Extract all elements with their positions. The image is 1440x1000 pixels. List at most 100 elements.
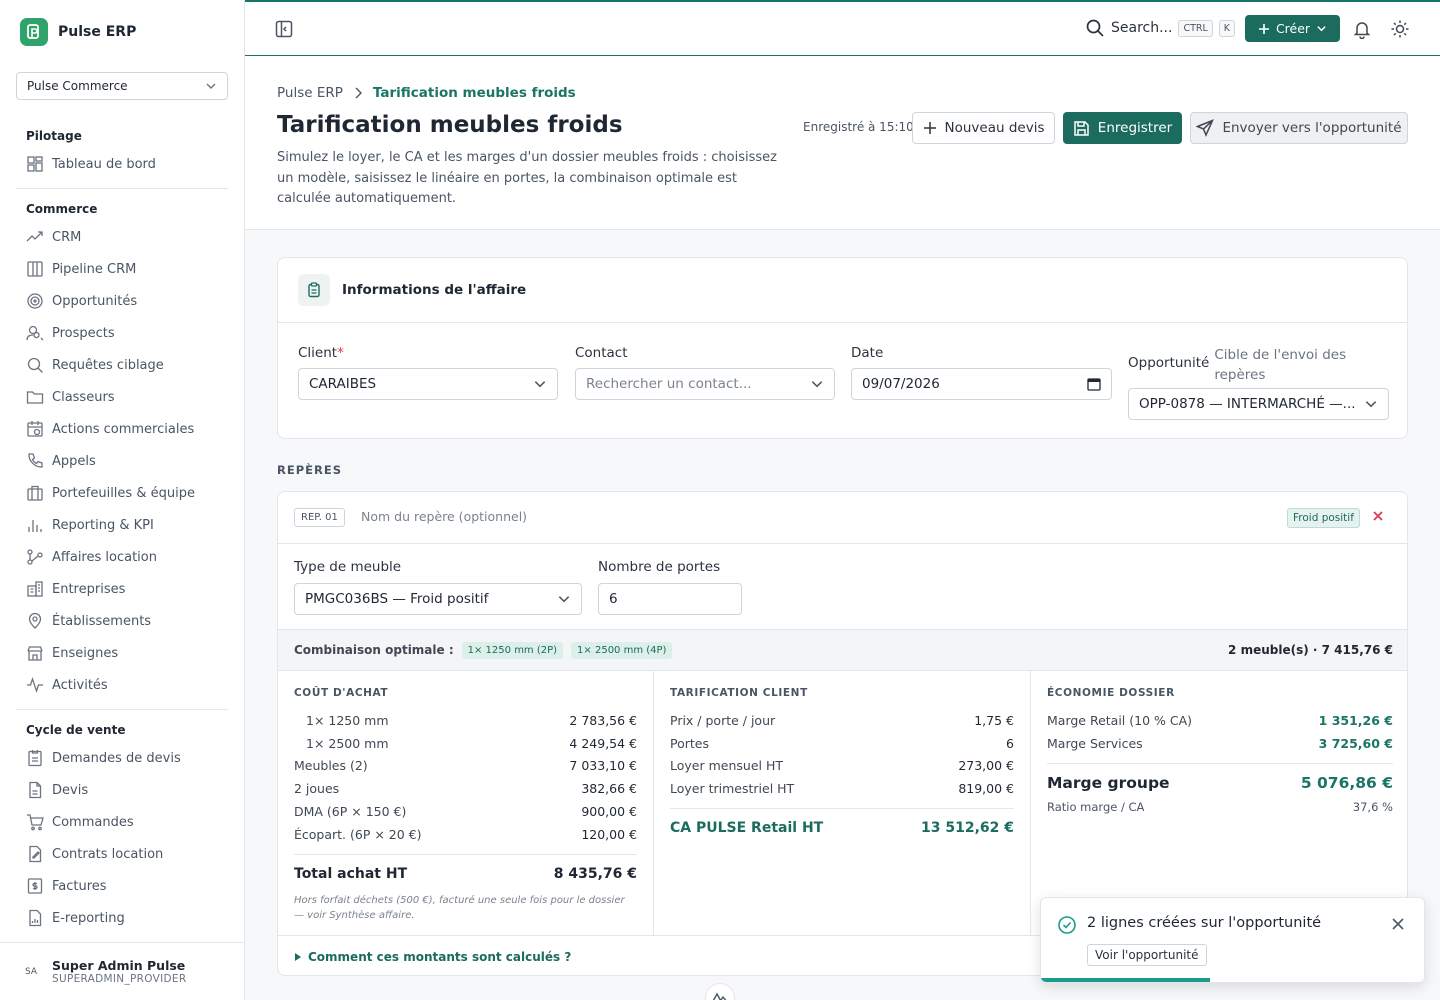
nav-item-icon: [27, 676, 43, 694]
sidebar-item-label: Factures: [52, 878, 107, 894]
check-circle-icon: [1057, 915, 1077, 939]
line-item-label: Marge Retail (10 % CA): [1047, 712, 1193, 728]
purchase-cost-column: COÛT D'ACHAT 1× 1250 mm 2 783,56 € 1× 2500…: [278, 671, 654, 936]
sidebar-item-label: Affaires location: [52, 549, 157, 565]
bell-icon[interactable]: [1352, 19, 1372, 43]
nav-item-icon: [27, 156, 43, 172]
furniture-type-value: PMGC036BS — Froid positif: [305, 591, 489, 607]
sidebar-item-enseignes[interactable]: Enseignes: [16, 637, 228, 669]
furniture-type-label: Type de meuble: [294, 559, 402, 575]
nav-item-icon: [29, 781, 42, 799]
breadcrumb-root[interactable]: Pulse ERP: [277, 85, 343, 101]
sidebar-item-demandes-de-devis[interactable]: Demandes de devis: [16, 742, 228, 774]
sidebar-item-pipeline-crm[interactable]: Pipeline CRM: [16, 253, 228, 285]
sidebar-item-commandes[interactable]: Commandes: [16, 806, 228, 838]
close-icon[interactable]: [1391, 917, 1405, 935]
breadcrumb-current: Tarification meubles froids: [372, 85, 576, 101]
brand[interactable]: Pulse ERP: [20, 18, 136, 46]
plus-icon: [1258, 23, 1269, 34]
sidebar-item-classeurs[interactable]: Classeurs: [16, 381, 228, 413]
line-item-row: Écopart. (6P × 20 €) 120,00 €: [294, 823, 637, 846]
contact-placeholder: Rechercher un contact...: [586, 376, 752, 392]
sidebar-item-portefeuilles-equipe[interactable]: Portefeuilles & équipe: [16, 477, 228, 509]
sidebar-item-label: Opportunités: [52, 293, 138, 309]
date-value: 09/07/2026: [862, 376, 940, 392]
sidebar-item-reporting-kpi[interactable]: Reporting & KPI: [16, 509, 228, 541]
app-logo-icon: [20, 18, 48, 46]
sidebar-item-e-reporting[interactable]: E-reporting: [16, 902, 228, 934]
sidebar-item-opportunites[interactable]: Opportunités: [16, 285, 228, 317]
deal-info-card: Informations de l'affaire Client* CARAIB…: [277, 257, 1408, 439]
purchase-note: Hors forfait déchets (500 €), facturé un…: [294, 894, 625, 921]
sidebar-item-label: Requêtes ciblage: [52, 357, 164, 373]
user-profile[interactable]: SA Super Admin Pulse SUPERADMIN_PROVIDER: [0, 942, 244, 1000]
ca-label: CA PULSE Retail HT: [670, 820, 824, 837]
new-quote-button[interactable]: Nouveau devis: [912, 112, 1055, 144]
sidebar-item-activites[interactable]: Activités: [16, 669, 228, 701]
save-button[interactable]: Enregistrer: [1063, 112, 1182, 144]
company-select[interactable]: Pulse Commerce: [16, 72, 228, 100]
date-field[interactable]: 09/07/2026: [851, 368, 1112, 400]
nav-item-icon: [27, 814, 44, 831]
sidebar-item-factures[interactable]: Factures: [16, 870, 228, 902]
combination-chip: 1× 1250 mm (2P): [461, 641, 564, 659]
sidebar-item-label: Classeurs: [52, 389, 115, 405]
user-name: Super Admin Pulse: [52, 958, 186, 973]
sidebar-item-label: Actions commerciales: [52, 421, 195, 437]
chevron-down-icon: [534, 381, 546, 388]
opportunity-select[interactable]: OPP-0878 — INTERMARCHÉ —...: [1128, 388, 1389, 420]
ca-row: CA PULSE Retail HT 13 512,62 €: [670, 817, 1014, 839]
sidebar-item-actions-commerciales[interactable]: Actions commerciales: [16, 413, 228, 445]
sidebar-item-label: Devis: [52, 782, 89, 798]
kbd-k: K: [1218, 19, 1236, 37]
line-item-label: Loyer trimestriel HT: [670, 781, 795, 797]
create-label: Créer: [1275, 21, 1311, 36]
status-badge: Froid positif: [1287, 508, 1360, 528]
calendar-icon[interactable]: [1087, 377, 1101, 391]
contact-select[interactable]: Rechercher un contact...: [575, 368, 835, 400]
view-opportunity-button[interactable]: Voir l'opportunité: [1087, 944, 1207, 966]
nav-item-icon: [28, 750, 42, 767]
doors-input[interactable]: 6: [598, 583, 742, 615]
total-purchase-label: Total achat HT: [294, 865, 408, 882]
line-item-label: 1× 2500 mm: [306, 735, 389, 751]
nav-item-icon: [26, 231, 43, 242]
client-select[interactable]: CARAIBES: [298, 368, 558, 400]
sidebar-item-entreprises[interactable]: Entreprises: [16, 573, 228, 605]
sidebar-toggle-icon[interactable]: [275, 20, 293, 42]
opportunity-sublabel: Cible de l'envoi des repères: [1214, 347, 1347, 383]
combination-chip: 1× 2500 mm (4P): [571, 641, 673, 659]
sidebar-item-crm[interactable]: CRM: [16, 221, 228, 253]
deal-info-header: Informations de l'affaire: [278, 258, 1407, 323]
create-button[interactable]: Créer: [1245, 15, 1340, 42]
chevron-down-icon: [206, 83, 216, 89]
furniture-type-select[interactable]: PMGC036BS — Froid positif: [294, 583, 582, 615]
doors-label: Nombre de portes: [598, 559, 721, 575]
sidebar-item-appels[interactable]: Appels: [16, 445, 228, 477]
sidebar-nav: Pilotage Tableau de bord Commerce CRM Pipeli…: [16, 124, 228, 934]
toast-notification: 2 lignes créées sur l'opportunité Voir l…: [1040, 897, 1425, 983]
theme-toggle-icon[interactable]: [1390, 19, 1410, 43]
sidebar-item-tableau-de-bord[interactable]: Tableau de bord: [16, 148, 228, 180]
sidebar-item-contrats-location[interactable]: Contrats location: [16, 838, 228, 870]
date-label: Date: [851, 345, 884, 361]
sidebar-item-label: Contrats location: [52, 846, 164, 862]
divider: [670, 808, 1014, 810]
sidebar-item-etablissements[interactable]: Établissements: [16, 605, 228, 637]
opportunity-label-text: Opportunité: [1128, 355, 1210, 371]
send-to-opportunity-button[interactable]: Envoyer vers l'opportunité: [1190, 112, 1408, 144]
line-item-value: 382,66 €: [581, 781, 637, 797]
opportunity-value: OPP-0878 — INTERMARCHÉ —...: [1139, 396, 1356, 412]
sidebar-item-label: Prospects: [52, 325, 115, 341]
sidebar-item-label: CRM: [52, 229, 82, 245]
sidebar-item-affaires-location[interactable]: Affaires location: [16, 541, 228, 573]
remove-repere-icon[interactable]: [1371, 509, 1385, 527]
line-item-row: Prix / porte / jour 1,75 €: [670, 709, 1014, 732]
sidebar-item-prospects[interactable]: Prospects: [16, 317, 228, 349]
sidebar-item-requetes-ciblage[interactable]: Requêtes ciblage: [16, 349, 228, 381]
line-item-row: 1× 2500 mm 4 249,54 €: [294, 732, 637, 755]
sidebar-item-devis[interactable]: Devis: [16, 774, 228, 806]
repere-name-input[interactable]: Nom du repère (optionnel): [361, 509, 527, 524]
line-item-value: 819,00 €: [958, 781, 1014, 797]
search-trigger[interactable]: Search... CTRL K: [1085, 18, 1236, 38]
